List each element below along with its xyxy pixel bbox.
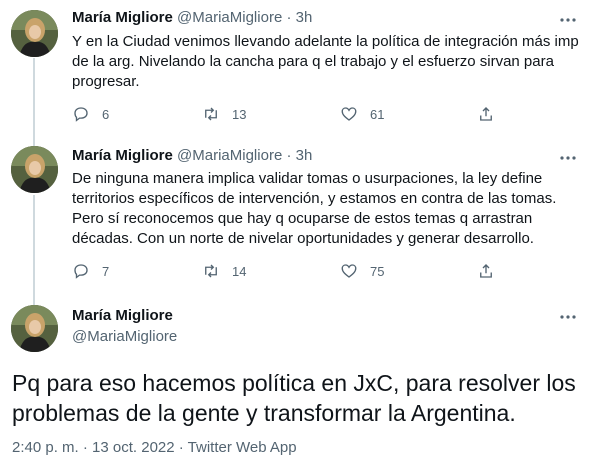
tweet-text: Pq para eso hacemos política en JxC, par… xyxy=(12,370,576,426)
tweet-actions: 7 14 75 xyxy=(72,261,502,281)
like-count: 61 xyxy=(370,106,385,122)
display-name[interactable]: María Migliore xyxy=(72,9,173,26)
tweet-text: De ninguna manera implica validar tomas … xyxy=(72,170,557,247)
separator: · xyxy=(282,147,296,164)
share-icon xyxy=(480,264,492,278)
reply-count: 6 xyxy=(102,106,110,122)
timestamp[interactable]: 3h xyxy=(296,147,313,164)
more-horizontal-icon[interactable] xyxy=(558,148,578,168)
tweet-header: María Migliore @MariaMigliore · 3h xyxy=(72,8,312,28)
tweet-timestamp-source[interactable]: 2:40 p. m. · 13 oct. 2022 · Twitter Web … xyxy=(12,438,297,458)
share-button[interactable] xyxy=(477,104,495,124)
tweet-actions: 6 13 61 xyxy=(72,104,502,124)
reply-icon xyxy=(74,264,88,279)
avatar[interactable] xyxy=(11,305,58,352)
user-handle[interactable]: @MariaMigliore xyxy=(177,9,282,26)
avatar[interactable] xyxy=(11,146,58,193)
heart-icon xyxy=(341,264,357,278)
tweet-header: María Migliore @MariaMigliore · 3h xyxy=(72,146,312,166)
retweet-icon xyxy=(205,107,217,121)
separator: · xyxy=(282,9,296,26)
retweet-button[interactable]: 14 xyxy=(202,261,246,281)
share-icon xyxy=(480,107,492,121)
retweet-count: 13 xyxy=(232,106,247,122)
user-handle[interactable]: @MariaMigliore xyxy=(177,147,282,164)
timestamp[interactable]: 3h xyxy=(296,9,313,26)
thread-connector-line xyxy=(33,195,35,305)
like-button[interactable]: 75 xyxy=(340,261,384,281)
more-horizontal-icon[interactable] xyxy=(558,10,578,30)
retweet-count: 14 xyxy=(232,263,247,279)
like-button[interactable]: 61 xyxy=(340,104,384,124)
heart-icon xyxy=(341,107,357,121)
user-handle[interactable]: @MariaMigliore xyxy=(72,327,177,347)
thread-connector-line xyxy=(33,58,35,146)
reply-button[interactable]: 6 xyxy=(72,104,109,124)
tweet-text: Y en la Ciudad venimos llevando adelante… xyxy=(72,33,579,90)
reply-icon xyxy=(74,107,88,122)
avatar[interactable] xyxy=(11,10,58,57)
more-horizontal-icon[interactable] xyxy=(558,307,578,327)
display-name[interactable]: María Migliore xyxy=(72,147,173,164)
retweet-button[interactable]: 13 xyxy=(202,104,246,124)
like-count: 75 xyxy=(370,263,385,279)
reply-button[interactable]: 7 xyxy=(72,261,109,281)
reply-count: 7 xyxy=(102,263,110,279)
retweet-icon xyxy=(205,264,217,278)
display-name[interactable]: María Migliore xyxy=(72,306,173,326)
share-button[interactable] xyxy=(477,261,495,281)
